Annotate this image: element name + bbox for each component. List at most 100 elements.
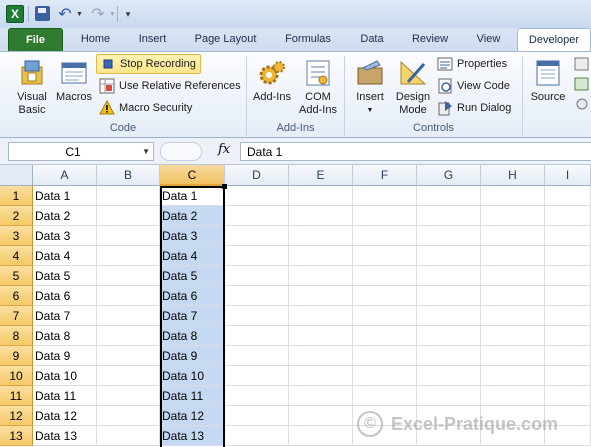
cell-a9[interactable]: Data 9 (33, 346, 97, 366)
cell-a12[interactable]: Data 12 (33, 406, 97, 426)
xml-small-icons[interactable] (574, 56, 590, 116)
cell-f10[interactable] (353, 366, 417, 386)
row-header-1[interactable]: 1 (0, 186, 33, 206)
cell-b7[interactable] (97, 306, 160, 326)
cell-h10[interactable] (481, 366, 545, 386)
row-header-10[interactable]: 10 (0, 366, 33, 386)
cell-b10[interactable] (97, 366, 160, 386)
row-header-8[interactable]: 8 (0, 326, 33, 346)
tab-page-layout[interactable]: Page Layout (188, 28, 263, 51)
cell-c3[interactable]: Data 3 (160, 226, 225, 246)
cell-g5[interactable] (417, 266, 481, 286)
column-header-i[interactable]: I (545, 165, 591, 186)
cell-a13[interactable]: Data 13 (33, 426, 97, 446)
row-header-5[interactable]: 5 (0, 266, 33, 286)
cell-b3[interactable] (97, 226, 160, 246)
cell-d1[interactable] (225, 186, 289, 206)
cell-d7[interactable] (225, 306, 289, 326)
cell-e4[interactable] (289, 246, 353, 266)
design-mode-button[interactable]: Design Mode (392, 58, 434, 117)
cell-e10[interactable] (289, 366, 353, 386)
cell-a5[interactable]: Data 5 (33, 266, 97, 286)
macros-button[interactable]: Macros (54, 58, 94, 104)
cell-e11[interactable] (289, 386, 353, 406)
cell-b13[interactable] (97, 426, 160, 446)
cell-a4[interactable]: Data 4 (33, 246, 97, 266)
column-header-b[interactable]: B (97, 165, 160, 186)
cell-a11[interactable]: Data 11 (33, 386, 97, 406)
cell-f2[interactable] (353, 206, 417, 226)
cell-f1[interactable] (353, 186, 417, 206)
cell-f8[interactable] (353, 326, 417, 346)
cell-c13[interactable]: Data 13 (160, 426, 225, 446)
cell-e6[interactable] (289, 286, 353, 306)
cell-d4[interactable] (225, 246, 289, 266)
cell-e1[interactable] (289, 186, 353, 206)
cell-g4[interactable] (417, 246, 481, 266)
cell-i6[interactable] (545, 286, 591, 306)
name-box[interactable]: C1 ▼ (8, 142, 154, 161)
cell-i2[interactable] (545, 206, 591, 226)
cell-d12[interactable] (225, 406, 289, 426)
cell-g1[interactable] (417, 186, 481, 206)
cell-b4[interactable] (97, 246, 160, 266)
cell-c11[interactable]: Data 11 (160, 386, 225, 406)
cell-i1[interactable] (545, 186, 591, 206)
cell-g7[interactable] (417, 306, 481, 326)
row-header-4[interactable]: 4 (0, 246, 33, 266)
macro-security-button[interactable]: Macro Security (99, 98, 192, 118)
row-header-11[interactable]: 11 (0, 386, 33, 406)
cell-a3[interactable]: Data 3 (33, 226, 97, 246)
cell-h8[interactable] (481, 326, 545, 346)
cell-f3[interactable] (353, 226, 417, 246)
row-header-12[interactable]: 12 (0, 406, 33, 426)
row-header-2[interactable]: 2 (0, 206, 33, 226)
cell-e3[interactable] (289, 226, 353, 246)
cell-g11[interactable] (417, 386, 481, 406)
stop-recording-button[interactable]: Stop Recording (96, 54, 201, 74)
cell-c5[interactable]: Data 5 (160, 266, 225, 286)
select-all-corner[interactable] (0, 165, 33, 186)
cell-c1[interactable]: Data 1 (160, 186, 225, 206)
cell-c2[interactable]: Data 2 (160, 206, 225, 226)
column-header-c[interactable]: C (160, 165, 225, 186)
cell-e8[interactable] (289, 326, 353, 346)
tab-developer[interactable]: Developer (517, 28, 591, 51)
formula-input[interactable]: Data 1 (240, 142, 591, 161)
cell-b2[interactable] (97, 206, 160, 226)
cell-h9[interactable] (481, 346, 545, 366)
cell-e5[interactable] (289, 266, 353, 286)
row-header-13[interactable]: 13 (0, 426, 33, 446)
cell-c10[interactable]: Data 10 (160, 366, 225, 386)
formula-bar-resize-handle[interactable] (160, 142, 202, 161)
cell-e9[interactable] (289, 346, 353, 366)
column-header-d[interactable]: D (225, 165, 289, 186)
cell-g6[interactable] (417, 286, 481, 306)
cell-c7[interactable]: Data 7 (160, 306, 225, 326)
cell-f4[interactable] (353, 246, 417, 266)
undo-dropdown-icon[interactable]: ▼ (76, 5, 83, 23)
cell-h7[interactable] (481, 306, 545, 326)
tab-view[interactable]: View (466, 28, 511, 51)
cell-d6[interactable] (225, 286, 289, 306)
cell-i3[interactable] (545, 226, 591, 246)
cell-d11[interactable] (225, 386, 289, 406)
cell-d9[interactable] (225, 346, 289, 366)
cell-h6[interactable] (481, 286, 545, 306)
tab-home[interactable]: Home (73, 28, 118, 51)
cell-d2[interactable] (225, 206, 289, 226)
cell-b11[interactable] (97, 386, 160, 406)
cell-g8[interactable] (417, 326, 481, 346)
view-code-button[interactable]: View Code (437, 76, 510, 96)
cell-a1[interactable]: Data 1 (33, 186, 97, 206)
excel-icon[interactable]: X (6, 5, 24, 23)
cell-c6[interactable]: Data 6 (160, 286, 225, 306)
cell-b6[interactable] (97, 286, 160, 306)
cell-i11[interactable] (545, 386, 591, 406)
cell-h1[interactable] (481, 186, 545, 206)
cell-b8[interactable] (97, 326, 160, 346)
cell-a2[interactable]: Data 2 (33, 206, 97, 226)
cell-g10[interactable] (417, 366, 481, 386)
cell-b5[interactable] (97, 266, 160, 286)
column-header-e[interactable]: E (289, 165, 353, 186)
